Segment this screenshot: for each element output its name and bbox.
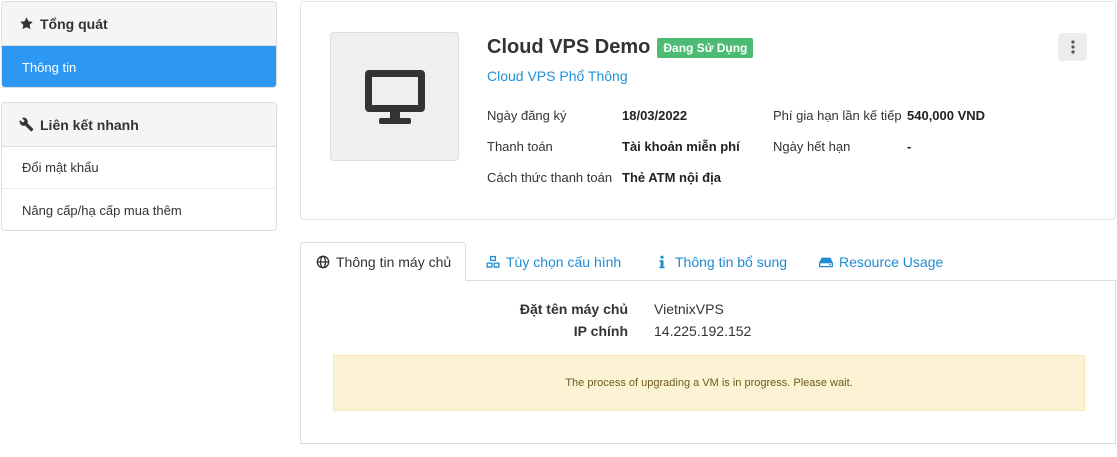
sidebar-item-label: Thông tin xyxy=(22,59,77,75)
more-options-button[interactable] xyxy=(1058,33,1087,61)
sidebar-item-label: Nâng cấp/hạ cấp mua thêm xyxy=(22,202,182,218)
registration-date-value: 18/03/2022 xyxy=(622,108,688,123)
status-badge: Đang Sử Dụng xyxy=(657,37,754,58)
star-icon xyxy=(18,16,34,32)
tab-server-info[interactable]: Thông tin máy chủ xyxy=(300,242,467,281)
payment-label: Thanh toán xyxy=(487,139,553,154)
quick-links-panel-title: Liên kết nhanh xyxy=(40,116,139,133)
kebab-menu-icon xyxy=(1070,40,1075,54)
cubes-icon xyxy=(486,255,500,269)
sidebar-item-info[interactable]: Thông tin xyxy=(2,46,276,87)
overview-panel-title: Tổng quát xyxy=(40,15,108,32)
hdd-icon xyxy=(819,255,833,269)
overview-panel-header: Tổng quát xyxy=(2,2,276,46)
upgrade-progress-alert: The process of upgrading a VM is in prog… xyxy=(333,355,1085,411)
tab-config-options[interactable]: Tùy chọn cấu hình xyxy=(486,242,621,281)
ip-label: IP chính xyxy=(573,323,628,339)
globe-icon xyxy=(316,255,330,269)
expiry-value: - xyxy=(907,139,912,154)
hostname-value: VietnixVPS xyxy=(654,301,724,317)
payment-method-label: Cách thức thanh toán xyxy=(487,170,613,185)
sidebar-item-label: Đổi mật khẩu xyxy=(22,160,99,175)
quick-links-panel: Liên kết nhanh Đổi mật khẩu Nâng cấp/hạ … xyxy=(1,102,277,231)
tab-label: Thông tin bổ sung xyxy=(675,253,788,270)
expiry-label: Ngày hết hạn xyxy=(773,139,851,154)
tab-bar: Thông tin máy chủ Tùy chọn cấu hình Thôn… xyxy=(300,242,1116,281)
product-title-row: Cloud VPS Demo Đang Sử Dụng xyxy=(487,36,754,59)
info-icon xyxy=(655,255,669,269)
monitor-icon xyxy=(364,69,425,124)
overview-panel: Tổng quát Thông tin xyxy=(1,1,277,88)
sidebar-item-change-password[interactable]: Đổi mật khẩu xyxy=(2,147,276,189)
product-group-link[interactable]: Cloud VPS Phổ Thông xyxy=(487,68,628,84)
tab-label: Thông tin máy chủ xyxy=(336,253,452,270)
payment-value: Tài khoản miễn phí xyxy=(622,139,740,154)
wrench-icon xyxy=(18,117,34,133)
tab-resource-usage[interactable]: Resource Usage xyxy=(819,242,943,281)
renewal-fee-value: 540,000 VND xyxy=(907,108,986,123)
alert-message: The process of upgrading a VM is in prog… xyxy=(565,377,853,389)
renewal-fee-label: Phí gia hạn lần kế tiếp xyxy=(773,108,902,123)
sidebar-item-upgrade-downgrade[interactable]: Nâng cấp/hạ cấp mua thêm xyxy=(2,189,276,230)
ip-value: 14.225.192.152 xyxy=(654,323,752,339)
registration-date-label: Ngày đăng ký xyxy=(487,108,567,123)
tab-additional-info[interactable]: Thông tin bổ sung xyxy=(655,242,787,281)
quick-links-panel-header: Liên kết nhanh xyxy=(2,103,276,147)
payment-method-value: Thẻ ATM nội địa xyxy=(622,170,721,185)
hostname-label: Đặt tên máy chủ xyxy=(519,301,628,317)
product-icon-box xyxy=(330,32,459,161)
tab-label: Tùy chọn cấu hình xyxy=(506,253,622,270)
tab-content-server-info: Đặt tên máy chủ VietnixVPS IP chính 14.2… xyxy=(300,280,1116,444)
tab-label: Resource Usage xyxy=(839,253,944,270)
product-card: Cloud VPS Demo Đang Sử Dụng Cloud VPS Ph… xyxy=(300,1,1116,220)
product-name: Cloud VPS Demo xyxy=(487,36,651,58)
